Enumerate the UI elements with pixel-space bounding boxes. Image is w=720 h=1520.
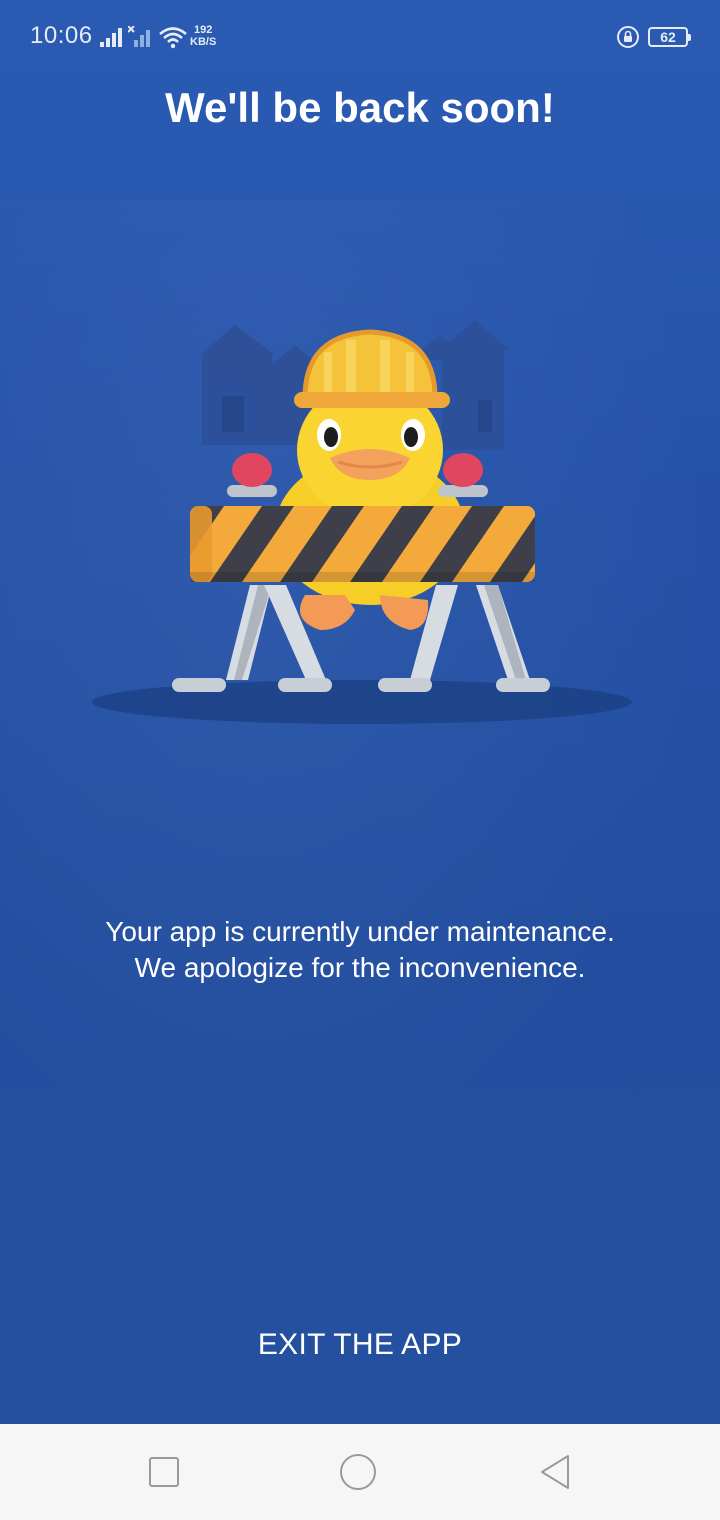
maintenance-screen: 10:06 192 KB/S 62 We'll be back soon! Yo… <box>0 0 720 1424</box>
maintenance-message: Your app is currently under maintenance.… <box>105 916 615 983</box>
recents-square-icon[interactable] <box>144 1452 184 1492</box>
exit-app-button[interactable]: EXIT THE APP <box>210 1316 510 1376</box>
cell-signal-no-service-icon <box>128 26 150 47</box>
cell-signal-icon <box>100 28 122 47</box>
back-triangle-icon[interactable] <box>536 1452 576 1492</box>
status-time: 10:06 <box>30 22 93 49</box>
status-bar: 10:06 192 KB/S 62 <box>0 0 720 76</box>
rotation-lock-icon <box>617 26 639 48</box>
wifi-icon <box>159 27 187 49</box>
home-circle-icon[interactable] <box>338 1452 378 1492</box>
page-title: We'll be back soon! <box>165 84 555 131</box>
battery-icon: 62 <box>648 27 691 47</box>
system-nav-bar <box>0 1424 720 1520</box>
duck-construction-barrier-illustration <box>92 320 632 724</box>
network-speed: 192 KB/S <box>190 24 217 48</box>
